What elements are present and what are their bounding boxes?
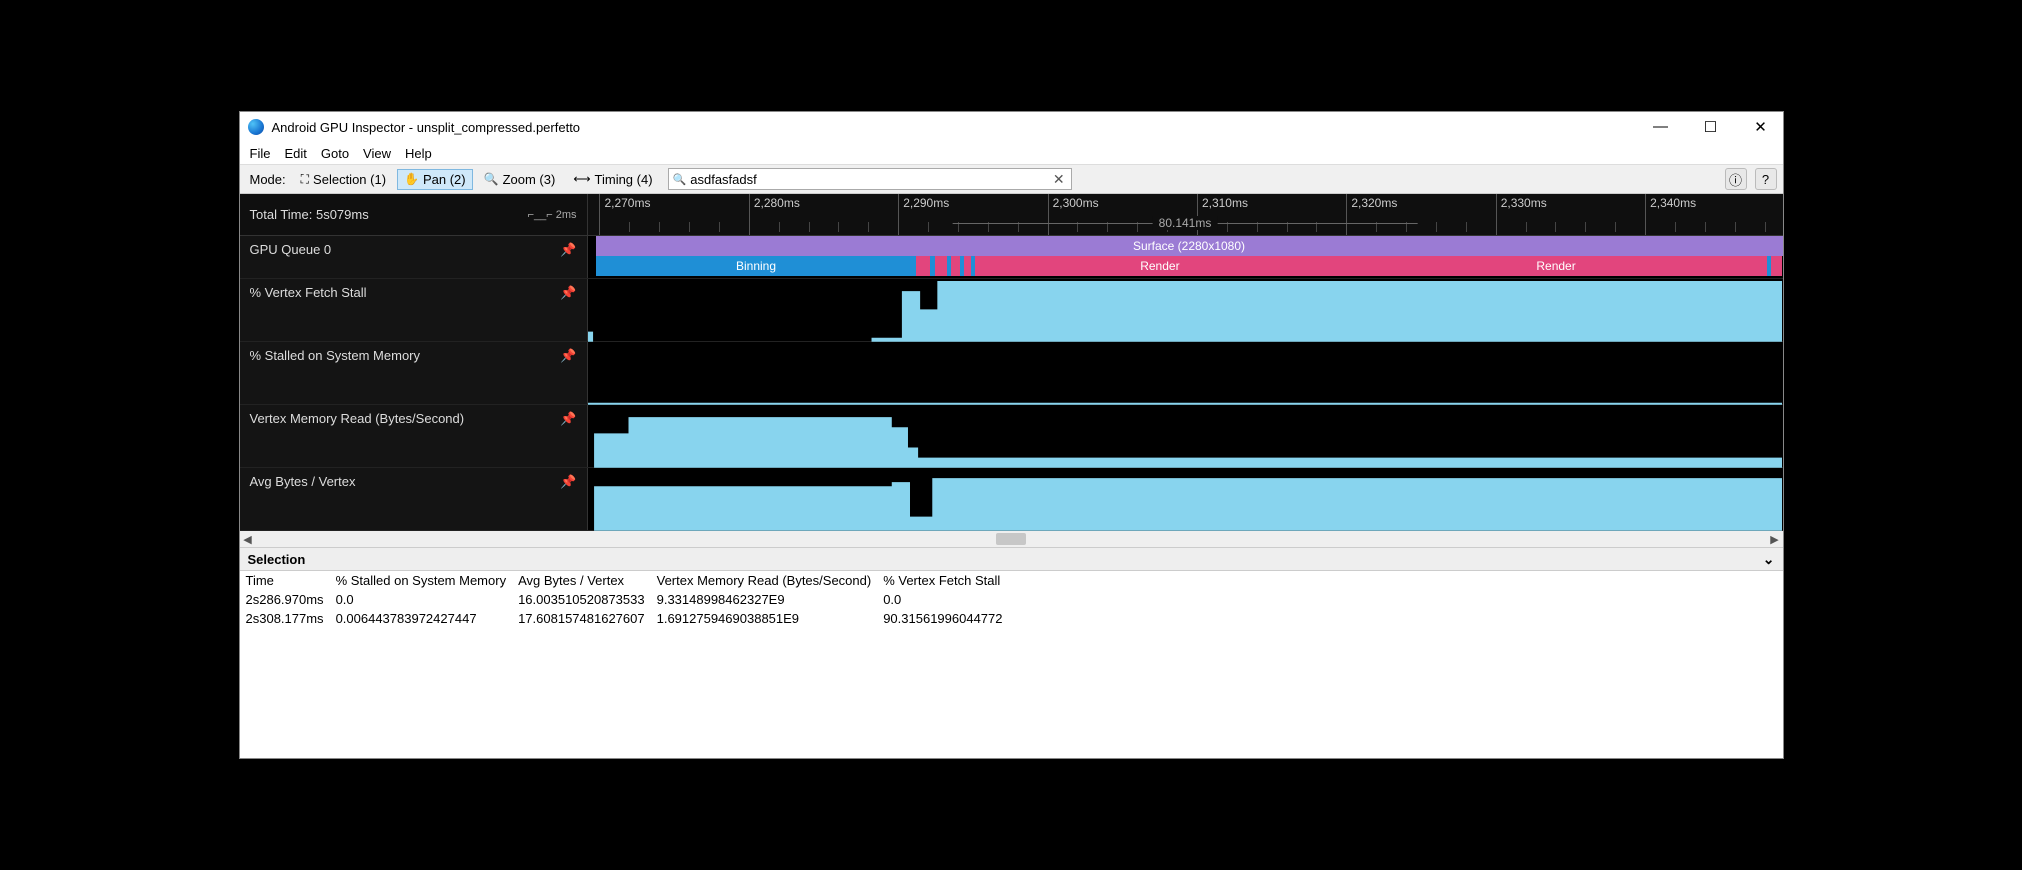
table-header[interactable]: % Vertex Fetch Stall — [877, 571, 1008, 590]
mode-pan-label: Pan (2) — [423, 172, 466, 187]
menu-help[interactable]: Help — [399, 144, 438, 163]
total-time-label: Total Time: 5s079ms — [250, 207, 369, 222]
table-header[interactable]: Avg Bytes / Vertex — [512, 571, 651, 590]
titlebar[interactable]: Android GPU Inspector - unsplit_compress… — [240, 112, 1783, 142]
ruler-tick: 2,290ms — [898, 194, 899, 235]
gpu-track-content[interactable]: Surface (2280x1080) Binning RenderRender — [588, 236, 1783, 278]
ruler-tick: 2,330ms — [1496, 194, 1497, 235]
table-row[interactable]: 2s308.177ms0.00644378397242744717.608157… — [240, 609, 1009, 628]
mode-pan-button[interactable]: ✋ Pan (2) — [397, 169, 473, 190]
search-wrap: 🔍 ✕ — [668, 168, 1072, 190]
pin-icon[interactable]: 📌 — [560, 242, 576, 258]
pan-icon: ✋ — [404, 172, 419, 186]
menubar: File Edit Goto View Help — [240, 142, 1783, 164]
track-chart: % Vertex Fetch Stall 📌 — [240, 279, 1783, 342]
track-gpu-queue: GPU Queue 0 📌 Surface (2280x1080) Binnin… — [240, 236, 1783, 279]
app-icon — [248, 119, 264, 135]
chart-content[interactable] — [588, 468, 1783, 530]
table-row[interactable]: 2s286.970ms0.016.0035105208735339.331489… — [240, 590, 1009, 609]
mode-label: Mode: — [246, 170, 290, 189]
chart-content[interactable] — [588, 342, 1783, 404]
ruler-tick: 2,320ms — [1346, 194, 1347, 235]
ruler-tick: 2,270ms — [599, 194, 600, 235]
pin-icon[interactable]: 📌 — [560, 348, 576, 364]
search-icon: 🔍 — [669, 173, 691, 186]
mode-zoom-label: Zoom (3) — [503, 172, 556, 187]
gpu-segment[interactable]: Render — [975, 256, 1345, 276]
track-label: Vertex Memory Read (Bytes/Second) — [250, 411, 465, 426]
mode-zoom-button[interactable]: 🔍 Zoom (3) — [477, 169, 563, 190]
mode-selection-button[interactable]: ⛶ Selection (1) — [294, 169, 393, 190]
table-header[interactable]: Vertex Memory Read (Bytes/Second) — [651, 571, 878, 590]
help-button[interactable]: ? — [1755, 168, 1777, 190]
ruler-tick: 2,340ms — [1645, 194, 1646, 235]
track-label: Avg Bytes / Vertex — [250, 474, 356, 489]
pin-icon[interactable]: 📌 — [560, 474, 576, 490]
toolbar: Mode: ⛶ Selection (1) ✋ Pan (2) 🔍 Zoom (… — [240, 164, 1783, 194]
mode-timing-label: Timing (4) — [595, 172, 653, 187]
ruler-tick: 2,280ms — [749, 194, 750, 235]
menu-edit[interactable]: Edit — [278, 144, 312, 163]
track-chart: Avg Bytes / Vertex 📌 — [240, 468, 1783, 531]
range-label: 80.141ms — [1153, 216, 1218, 230]
mode-timing-button[interactable]: ⟷ Timing (4) — [566, 169, 659, 190]
timing-icon: ⟷ — [573, 172, 590, 186]
timeline-header-left: Total Time: 5s079ms ⌐__⌐ 2ms — [240, 194, 588, 235]
window-title: Android GPU Inspector - unsplit_compress… — [272, 120, 1647, 135]
chart-content[interactable] — [588, 279, 1783, 341]
clear-search-button[interactable]: ✕ — [1047, 171, 1071, 188]
gpu-segment[interactable] — [964, 256, 971, 276]
gpu-segment[interactable] — [1771, 256, 1783, 276]
search-input[interactable] — [690, 169, 1047, 189]
table-header[interactable]: Time — [240, 571, 330, 590]
horizontal-scrollbar[interactable]: ◀ ▶ — [240, 531, 1783, 547]
zoom-icon: 🔍 — [484, 172, 499, 186]
gpu-segment[interactable] — [935, 256, 947, 276]
gpu-segment[interactable] — [951, 256, 961, 276]
mode-selection-label: Selection (1) — [313, 172, 386, 187]
app-window: Android GPU Inspector - unsplit_compress… — [239, 111, 1784, 759]
info-button[interactable]: ⓘ — [1725, 168, 1747, 190]
timeline: Total Time: 5s079ms ⌐__⌐ 2ms 2,270ms 2,28… — [240, 194, 1783, 531]
pin-icon[interactable]: 📌 — [560, 411, 576, 427]
gpu-surface-bar[interactable]: Surface (2280x1080) — [596, 236, 1783, 256]
scale-label: ⌐__⌐ 2ms — [528, 209, 577, 221]
track-chart: % Stalled on System Memory 📌 — [240, 342, 1783, 405]
selection-table: Time% Stalled on System MemoryAvg Bytes … — [240, 571, 1783, 758]
track-chart: Vertex Memory Read (Bytes/Second) 📌 — [240, 405, 1783, 468]
menu-goto[interactable]: Goto — [315, 144, 355, 163]
menu-view[interactable]: View — [357, 144, 397, 163]
scroll-left-icon[interactable]: ◀ — [240, 533, 256, 546]
timeline-header: Total Time: 5s079ms ⌐__⌐ 2ms 2,270ms 2,28… — [240, 194, 1783, 236]
selection-title: Selection — [248, 552, 306, 567]
minimize-button[interactable]: — — [1647, 118, 1675, 136]
chevron-down-icon[interactable]: ⌄ — [1763, 551, 1775, 568]
track-label-gpu: GPU Queue 0 — [250, 242, 332, 257]
selection-icon: ⛶ — [301, 172, 309, 187]
scroll-thumb[interactable] — [996, 533, 1026, 545]
maximize-button[interactable]: ☐ — [1697, 118, 1725, 136]
timeline-ruler[interactable]: 2,270ms2,280ms2,290ms2,300ms2,310ms2,320… — [588, 194, 1783, 235]
menu-file[interactable]: File — [244, 144, 277, 163]
track-label: % Stalled on System Memory — [250, 348, 421, 363]
chart-content[interactable] — [588, 405, 1783, 467]
track-label: % Vertex Fetch Stall — [250, 285, 367, 300]
gpu-segment[interactable] — [916, 256, 930, 276]
scroll-right-icon[interactable]: ▶ — [1767, 533, 1783, 546]
selection-panel-header[interactable]: Selection ⌄ — [240, 547, 1783, 571]
pin-icon[interactable]: 📌 — [560, 285, 576, 301]
table-header[interactable]: % Stalled on System Memory — [330, 571, 513, 590]
ruler-tick: 2,300ms — [1048, 194, 1049, 235]
close-button[interactable]: ✕ — [1747, 118, 1775, 136]
gpu-segment[interactable]: Render — [1345, 256, 1767, 276]
gpu-segment[interactable]: Binning — [596, 256, 916, 276]
